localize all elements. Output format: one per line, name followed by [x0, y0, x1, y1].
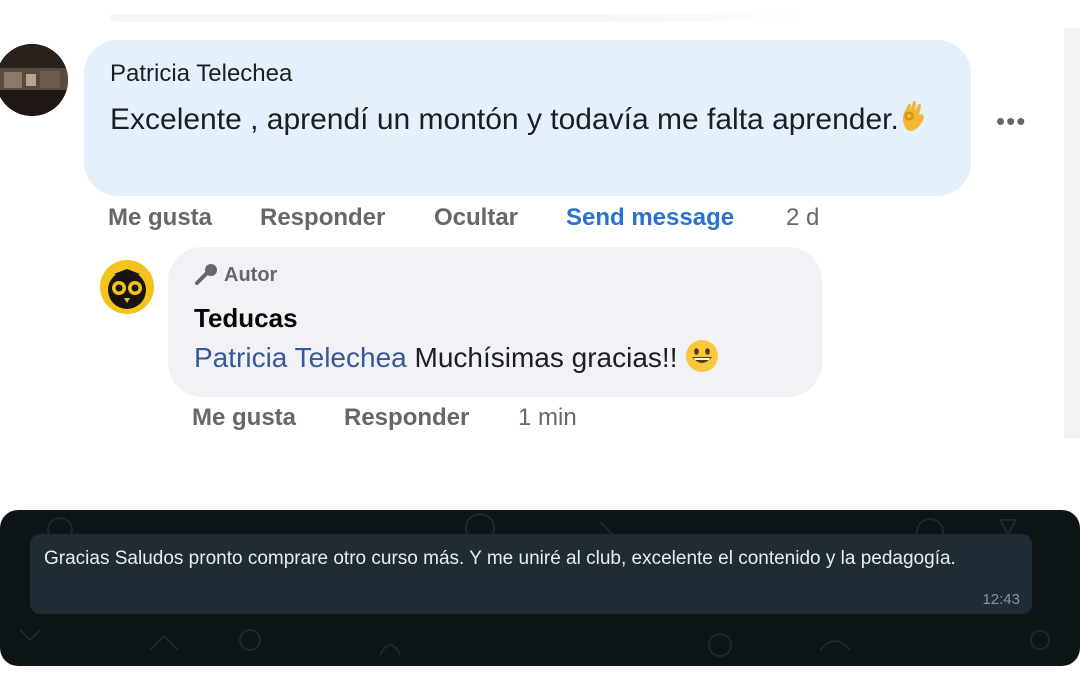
message-bubble[interactable]: Gracias Saludos pronto comprare otro cur… [30, 534, 1032, 614]
reply-timestamp[interactable]: 1 min [518, 404, 577, 432]
message-text: Gracias Saludos pronto comprare otro cur… [44, 548, 956, 569]
like-button[interactable]: Me gusta [108, 204, 212, 232]
hide-button[interactable]: Ocultar [434, 204, 518, 232]
comment-author[interactable]: Patricia Telechea [110, 60, 292, 88]
comment-bubble: Patricia Telechea Excelente , aprendí un… [84, 40, 971, 196]
like-button[interactable]: Me gusta [192, 404, 296, 432]
ok-hand-icon [899, 96, 929, 146]
comment-text-body: Excelente , aprendí un montón y todavía … [110, 102, 899, 136]
reply-text: Patricia Telechea Muchísimas gracias!! [194, 339, 719, 380]
message-time: 12:43 [982, 591, 1020, 608]
reply-button[interactable]: Responder [344, 404, 469, 432]
more-options-icon[interactable]: ••• [996, 106, 1026, 137]
reply-button[interactable]: Responder [260, 204, 385, 232]
whatsapp-chat: Gracias Saludos pronto comprare otro cur… [0, 510, 1080, 666]
author-badge: Autor [194, 263, 277, 287]
avatar[interactable] [0, 44, 68, 116]
author-badge-label: Autor [224, 264, 278, 286]
grinning-face-icon [685, 339, 719, 380]
mention-link[interactable]: Patricia Telechea [194, 342, 407, 373]
owl-logo-icon [101, 261, 153, 313]
microphone-icon [195, 264, 217, 285]
reply-bubble: Autor Teducas Patricia Telechea Muchísim… [168, 247, 822, 397]
reply-author[interactable]: Teducas [194, 303, 298, 334]
previous-content-fade [110, 14, 810, 22]
comment-text: Excelente , aprendí un montón y todavía … [110, 96, 930, 146]
send-message-button[interactable]: Send message [566, 204, 734, 232]
reply-text-body: Muchísimas gracias!! [414, 341, 678, 373]
comment-thread: Patricia Telechea Excelente , aprendí un… [0, 0, 1080, 440]
comment-timestamp[interactable]: 2 d [786, 204, 819, 232]
scrollbar[interactable] [1064, 28, 1080, 438]
avatar[interactable] [100, 260, 154, 314]
